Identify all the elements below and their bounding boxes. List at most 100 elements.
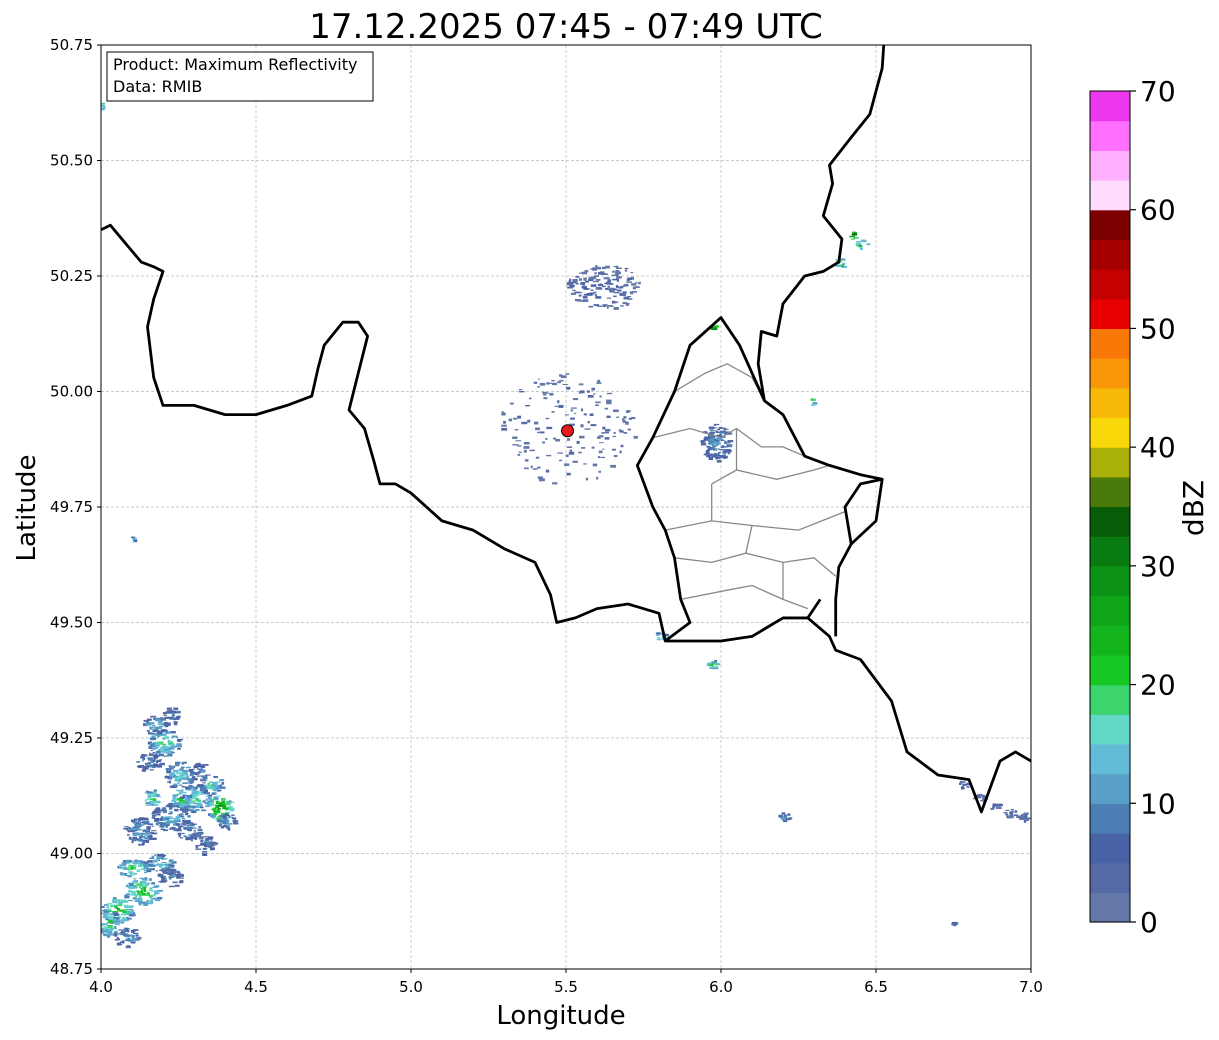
echo-cell <box>141 760 144 762</box>
echo-cell <box>135 900 140 902</box>
echo-cell <box>157 741 161 743</box>
echo-cell <box>159 725 163 727</box>
echo-cell <box>512 436 518 439</box>
echo-cell <box>124 873 127 875</box>
echo-cell <box>168 766 174 768</box>
echo-cell <box>202 853 208 856</box>
echo-cell <box>222 807 227 810</box>
echo-cell <box>587 421 590 424</box>
x-tick-label: 5.0 <box>399 978 423 996</box>
echo-cell <box>200 778 206 782</box>
echo-cell <box>123 927 128 929</box>
echo-cell <box>580 424 584 428</box>
echo-cell <box>120 913 127 916</box>
echo-cell <box>727 451 731 454</box>
y-axis-label: Latitude <box>12 454 42 561</box>
echo-cell <box>603 277 610 280</box>
echo-cell <box>181 762 184 765</box>
echo-cell <box>216 795 221 797</box>
echo-cell <box>192 788 197 791</box>
echo-cell <box>599 395 602 398</box>
echo-cell <box>614 307 619 310</box>
echo-cell <box>172 881 178 884</box>
echo-cell <box>193 765 199 769</box>
echo-cell <box>565 454 569 457</box>
echo-cell <box>110 934 114 936</box>
echo-cell <box>198 801 203 803</box>
echo-cell <box>107 903 113 905</box>
echo-cell <box>176 789 180 791</box>
echo-cell <box>124 826 129 828</box>
echo-cell <box>592 267 597 269</box>
colorbar-segment <box>1090 180 1130 211</box>
echo-cell <box>962 783 968 786</box>
echo-cell <box>143 890 147 892</box>
echo-cell <box>179 799 184 802</box>
colorbar-segment <box>1090 120 1130 151</box>
colorbar-tick-label: 40 <box>1140 431 1176 464</box>
echo-cell <box>115 933 118 936</box>
echo-cell <box>142 833 147 835</box>
echo-cell <box>127 905 131 909</box>
echo-cell <box>136 824 140 826</box>
echo-cell <box>992 805 995 808</box>
echo-cell <box>189 822 192 825</box>
echo-cell <box>716 663 720 665</box>
echo-cell <box>168 860 174 863</box>
echo-cell <box>583 413 587 416</box>
echo-cell <box>596 266 602 270</box>
echo-cell <box>537 386 540 388</box>
echo-cell <box>577 299 582 302</box>
echo-cell <box>125 928 128 931</box>
echo-cell <box>197 784 203 786</box>
echo-cell <box>119 909 125 911</box>
echo-cell <box>219 815 222 817</box>
echo-cell <box>229 822 233 825</box>
echo-cell <box>620 444 624 448</box>
echo-cell <box>144 762 148 766</box>
echo-cell <box>139 882 143 886</box>
echo-cell <box>1003 812 1008 814</box>
colorbar-tick-label: 30 <box>1140 550 1176 583</box>
echo-cell <box>860 247 863 250</box>
echo-cell <box>629 298 633 300</box>
echo-cell <box>161 875 164 879</box>
echo-cell <box>172 772 175 775</box>
echo-cell <box>187 824 190 827</box>
echo-cell <box>190 773 194 775</box>
echo-cell <box>131 892 136 895</box>
echo-cell <box>213 776 217 778</box>
echo-cell <box>181 822 187 826</box>
echo-cell <box>132 541 135 543</box>
echo-cell <box>657 638 661 641</box>
echo-cell <box>138 817 145 820</box>
echo-cell <box>150 715 156 718</box>
echo-cell <box>147 860 153 863</box>
echo-cell <box>624 283 629 287</box>
echo-cell <box>572 289 576 291</box>
echo-cell <box>589 413 594 416</box>
echo-cell <box>612 435 616 438</box>
echo-cell <box>185 836 191 839</box>
echo-cell <box>144 799 148 802</box>
echo-cell <box>153 758 156 762</box>
echo-cell <box>225 813 229 817</box>
echo-cell <box>164 863 169 866</box>
echo-cell <box>128 913 134 917</box>
echo-cell <box>593 393 596 395</box>
echo-cell <box>585 477 588 481</box>
echo-cell <box>150 837 157 840</box>
echo-cell <box>627 296 632 297</box>
echo-cell <box>110 913 113 915</box>
echo-cell <box>714 423 720 426</box>
echo-cell <box>111 899 116 901</box>
echo-cell <box>229 801 235 803</box>
echo-cell <box>213 812 217 816</box>
echo-cell <box>618 287 622 289</box>
colorbar-segment <box>1090 892 1130 923</box>
echo-cell <box>169 808 173 810</box>
echo-cell <box>616 267 622 269</box>
echo-cell <box>609 290 615 293</box>
echo-cell <box>145 882 150 885</box>
echo-cell <box>128 900 133 902</box>
